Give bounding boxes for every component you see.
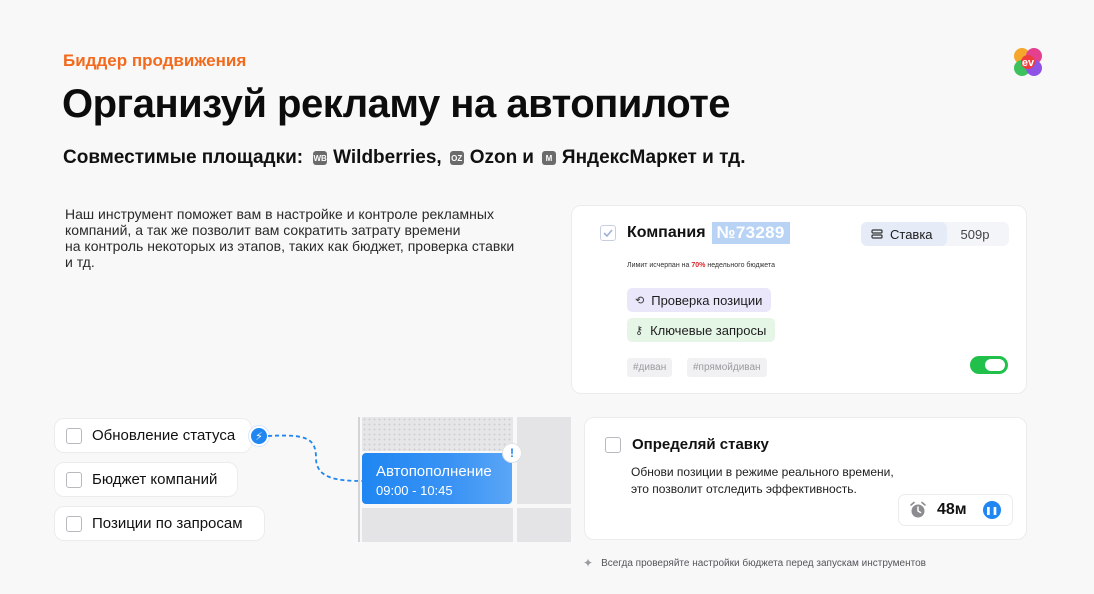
campaign-checkbox[interactable] [600,225,616,241]
checklist-item-positions[interactable]: Позиции по запросам [54,506,265,541]
description-line: и тд. [65,254,95,270]
campaign-name: Компания [627,224,706,241]
toggle-knob [985,359,1005,371]
grid-cell [362,417,513,451]
stake-card-title: Определяй ставку [632,436,769,453]
footnote-text: Всегда проверяйте настройки бюджета пере… [601,557,926,569]
grid-cell [362,508,513,542]
campaign-number: №73289 [711,222,790,244]
checkbox[interactable] [66,515,82,532]
svg-text:ev: ev [1022,57,1035,69]
checkbox[interactable] [66,427,82,444]
campaign-toggle[interactable] [970,356,1008,374]
platforms-joiner: и [522,147,534,168]
stake-card-checkbox[interactable] [605,436,621,453]
eyebrow-label: Биддер продвижения [63,51,247,70]
stake-label-box: Ставка [861,222,947,246]
limit-percent: 70% [691,262,706,269]
stake-card-header: Определяй ставку [605,436,769,453]
stake-control[interactable]: Ставка 509р [861,222,1009,246]
yandexmarket-icon: M [541,151,556,165]
keywords-pill[interactable]: ⚷ Ключевые запросы [627,318,776,342]
checklist-label: Обновление статуса [92,427,236,444]
limit-prefix: Лимит исчерпан на [627,262,690,269]
alert-icon: ! [502,443,522,463]
timer-widget: 48м ❚❚ [898,494,1013,526]
checklist-label: Бюджет компаний [92,471,218,488]
stake-card-line: Обнови позиции в режиме реального времен… [631,465,894,479]
platform-wildberries: Wildberries, [333,147,442,168]
platforms-label: Совместимые площадки: [63,147,304,168]
autofill-block[interactable]: Автопополнение 09:00 - 10:45 [362,453,512,504]
alarm-clock-icon [910,501,926,518]
wildberries-icon: WB [313,151,328,165]
check-position-label: Проверка позиции [651,292,763,308]
connector-line [267,434,363,482]
key-icon: ⚷ [635,324,644,337]
brand-logo-icon: ev [1014,48,1042,76]
grid-cell [517,417,571,504]
checklist-label: Позиции по запросам [92,515,243,532]
check-icon [603,229,613,237]
checklist-item-status[interactable]: Обновление статуса [54,418,252,453]
pause-icon[interactable]: ❚❚ [982,501,1001,519]
stake-card-text: Обнови позиции в режиме реального времен… [631,464,894,498]
page-title: Организуй рекламу на автопилоте [62,82,731,126]
campaign-header: Компания №73289 [600,222,790,244]
checkbox[interactable] [66,471,82,488]
grid-cell [517,508,571,542]
grid-divider [358,417,360,542]
stack-icon [871,228,883,239]
tag-chip[interactable]: #прямойдиван [687,358,767,377]
stake-card: Определяй ставку Обнови позиции в режиме… [584,417,1027,540]
description-line: на контроль некоторых из этапов, таких к… [65,238,515,254]
stake-value: 509р [960,226,990,242]
keywords-label: Ключевые запросы [650,322,767,338]
check-position-pill[interactable]: ⟲ Проверка позиции [627,288,772,312]
campaign-card: Компания №73289 Ставка 509р Лимит исчерп… [571,205,1027,394]
platform-ozon: Ozon [469,147,518,168]
autofill-time: 09:00 - 10:45 [376,483,453,498]
timer-value: 48м [937,501,967,518]
checklist-item-budget[interactable]: Бюджет компаний [54,462,238,497]
autofill-title: Автопополнение [376,463,492,480]
description-line: Наш инструмент поможет вам в настройке и… [65,206,494,222]
description-text: Наш инструмент поможет вам в настройке и… [65,206,555,270]
stake-card-line: это позволит отследить эффективность. [631,482,857,496]
tag-chip[interactable]: #диван [627,358,673,377]
sparkle-icon: ✦ [583,556,594,570]
description-line: компаний, а так же позволит вам сократит… [65,222,461,238]
footnote: ✦ Всегда проверяйте настройки бюджета пе… [583,556,926,570]
limit-suffix: недельного бюджета [707,262,775,269]
limit-text: Лимит исчерпан на 70% недельного бюджета [627,262,775,269]
ozon-icon: OZ [449,151,464,165]
stake-label: Ставка [890,226,933,242]
refresh-icon: ⟲ [635,294,645,307]
platforms-line: Совместимые площадки: WB Wildberries, OZ… [63,147,746,169]
platform-yandexmarket: ЯндексМаркет и тд. [561,147,746,168]
